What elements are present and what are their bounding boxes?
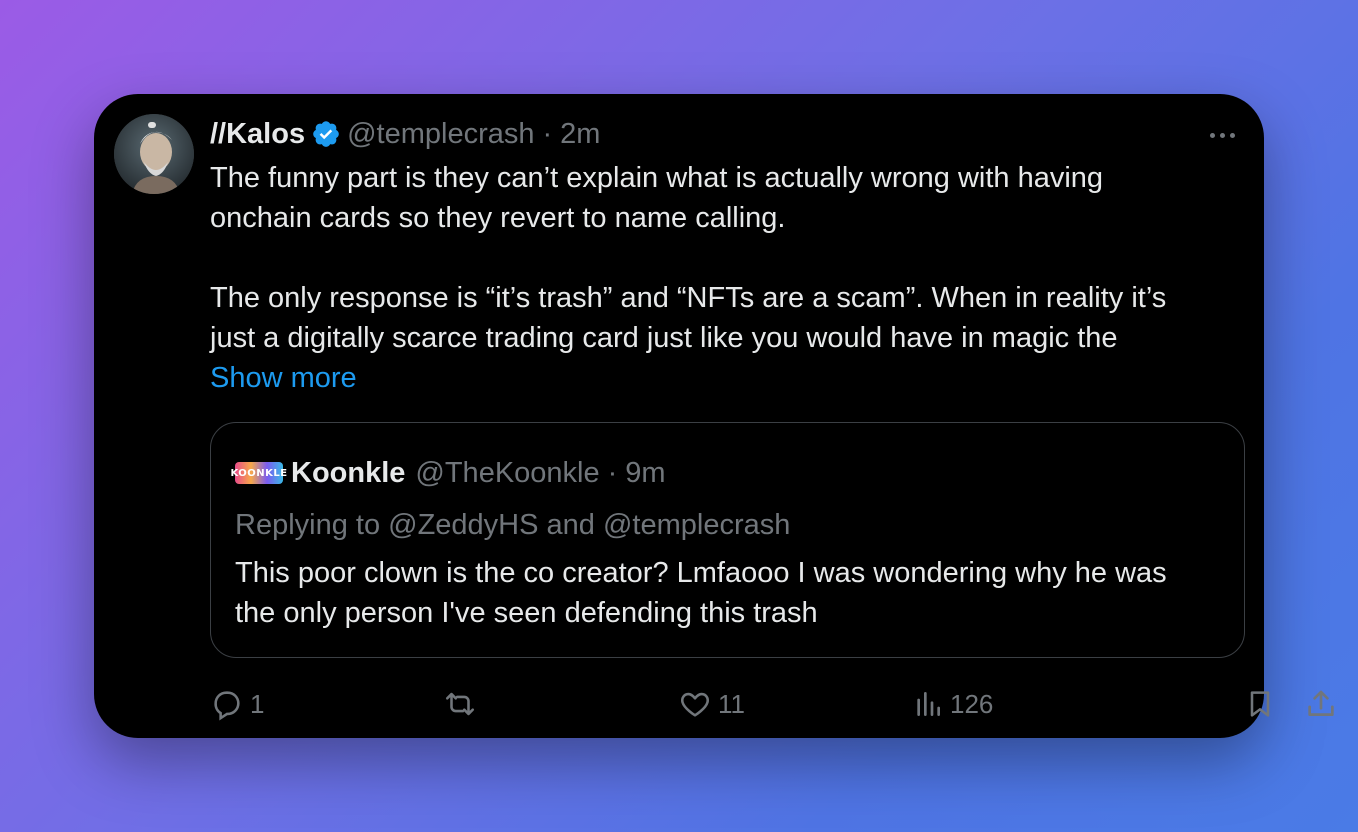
bookmark-button[interactable] bbox=[1244, 682, 1276, 726]
tweet-header: //Kalos @templecrash · 2m bbox=[210, 114, 600, 154]
quoted-tweet[interactable]: KOONKLE Koonkle @TheKoonkle · 9m Replyin… bbox=[210, 422, 1245, 658]
like-icon bbox=[681, 692, 709, 717]
tweet-line: The funny part is they can’t explain wha… bbox=[210, 162, 1104, 194]
tweet-line: The only response is “it’s trash” and “N… bbox=[210, 282, 1167, 314]
tweet-line: onchain cards so they revert to name cal… bbox=[210, 202, 786, 234]
quoted-text: This poor clown is the co creator? Lmfao… bbox=[235, 553, 1235, 633]
reply-button[interactable]: 1 bbox=[210, 682, 264, 726]
author-avatar[interactable] bbox=[114, 114, 194, 194]
share-button[interactable] bbox=[1304, 682, 1338, 726]
tweet-time[interactable]: 2m bbox=[560, 114, 600, 154]
quoted-author-name[interactable]: Koonkle bbox=[291, 457, 405, 490]
quoted-author-handle[interactable]: @TheKoonkle bbox=[415, 457, 599, 490]
tweet-text: The funny part is they can’t explain wha… bbox=[210, 158, 1240, 398]
show-more-link[interactable]: Show more bbox=[210, 358, 1240, 398]
author-handle[interactable]: @templecrash bbox=[347, 114, 534, 154]
tweet-line: just a digitally scarce trading card jus… bbox=[210, 322, 1118, 354]
replying-to: Replying to @ZeddyHS and @templecrash bbox=[235, 509, 791, 541]
tweet-card[interactable]: //Kalos @templecrash · 2m The funny part… bbox=[94, 94, 1334, 738]
quoted-separator: · bbox=[607, 456, 618, 489]
quoted-line: the only person I've seen defending this… bbox=[235, 597, 818, 629]
retweet-icon bbox=[445, 692, 475, 716]
like-button[interactable]: 11 bbox=[678, 682, 745, 726]
author-name[interactable]: //Kalos bbox=[210, 114, 305, 154]
quoted-time[interactable]: 9m bbox=[625, 457, 665, 490]
quoted-avatar[interactable]: KOONKLE bbox=[230, 462, 287, 484]
like-count: 11 bbox=[718, 688, 745, 719]
bookmark-icon bbox=[1250, 691, 1270, 717]
views-count: 126 bbox=[950, 688, 994, 719]
reply-icon bbox=[214, 691, 240, 721]
quoted-header: KOONKLE Koonkle @TheKoonkle · 9m bbox=[230, 453, 665, 493]
header-separator: · bbox=[542, 118, 553, 150]
views-icon bbox=[917, 692, 940, 716]
reply-count: 1 bbox=[250, 688, 265, 719]
more-icon[interactable] bbox=[1202, 120, 1242, 150]
views-button[interactable]: 126 bbox=[912, 682, 993, 726]
share-icon bbox=[1308, 690, 1334, 716]
quoted-line: This poor clown is the co creator? Lmfao… bbox=[235, 557, 1167, 589]
action-bar: 1 11 126 bbox=[210, 682, 1334, 726]
verified-badge-icon bbox=[313, 121, 339, 147]
retweet-button[interactable] bbox=[442, 682, 484, 726]
